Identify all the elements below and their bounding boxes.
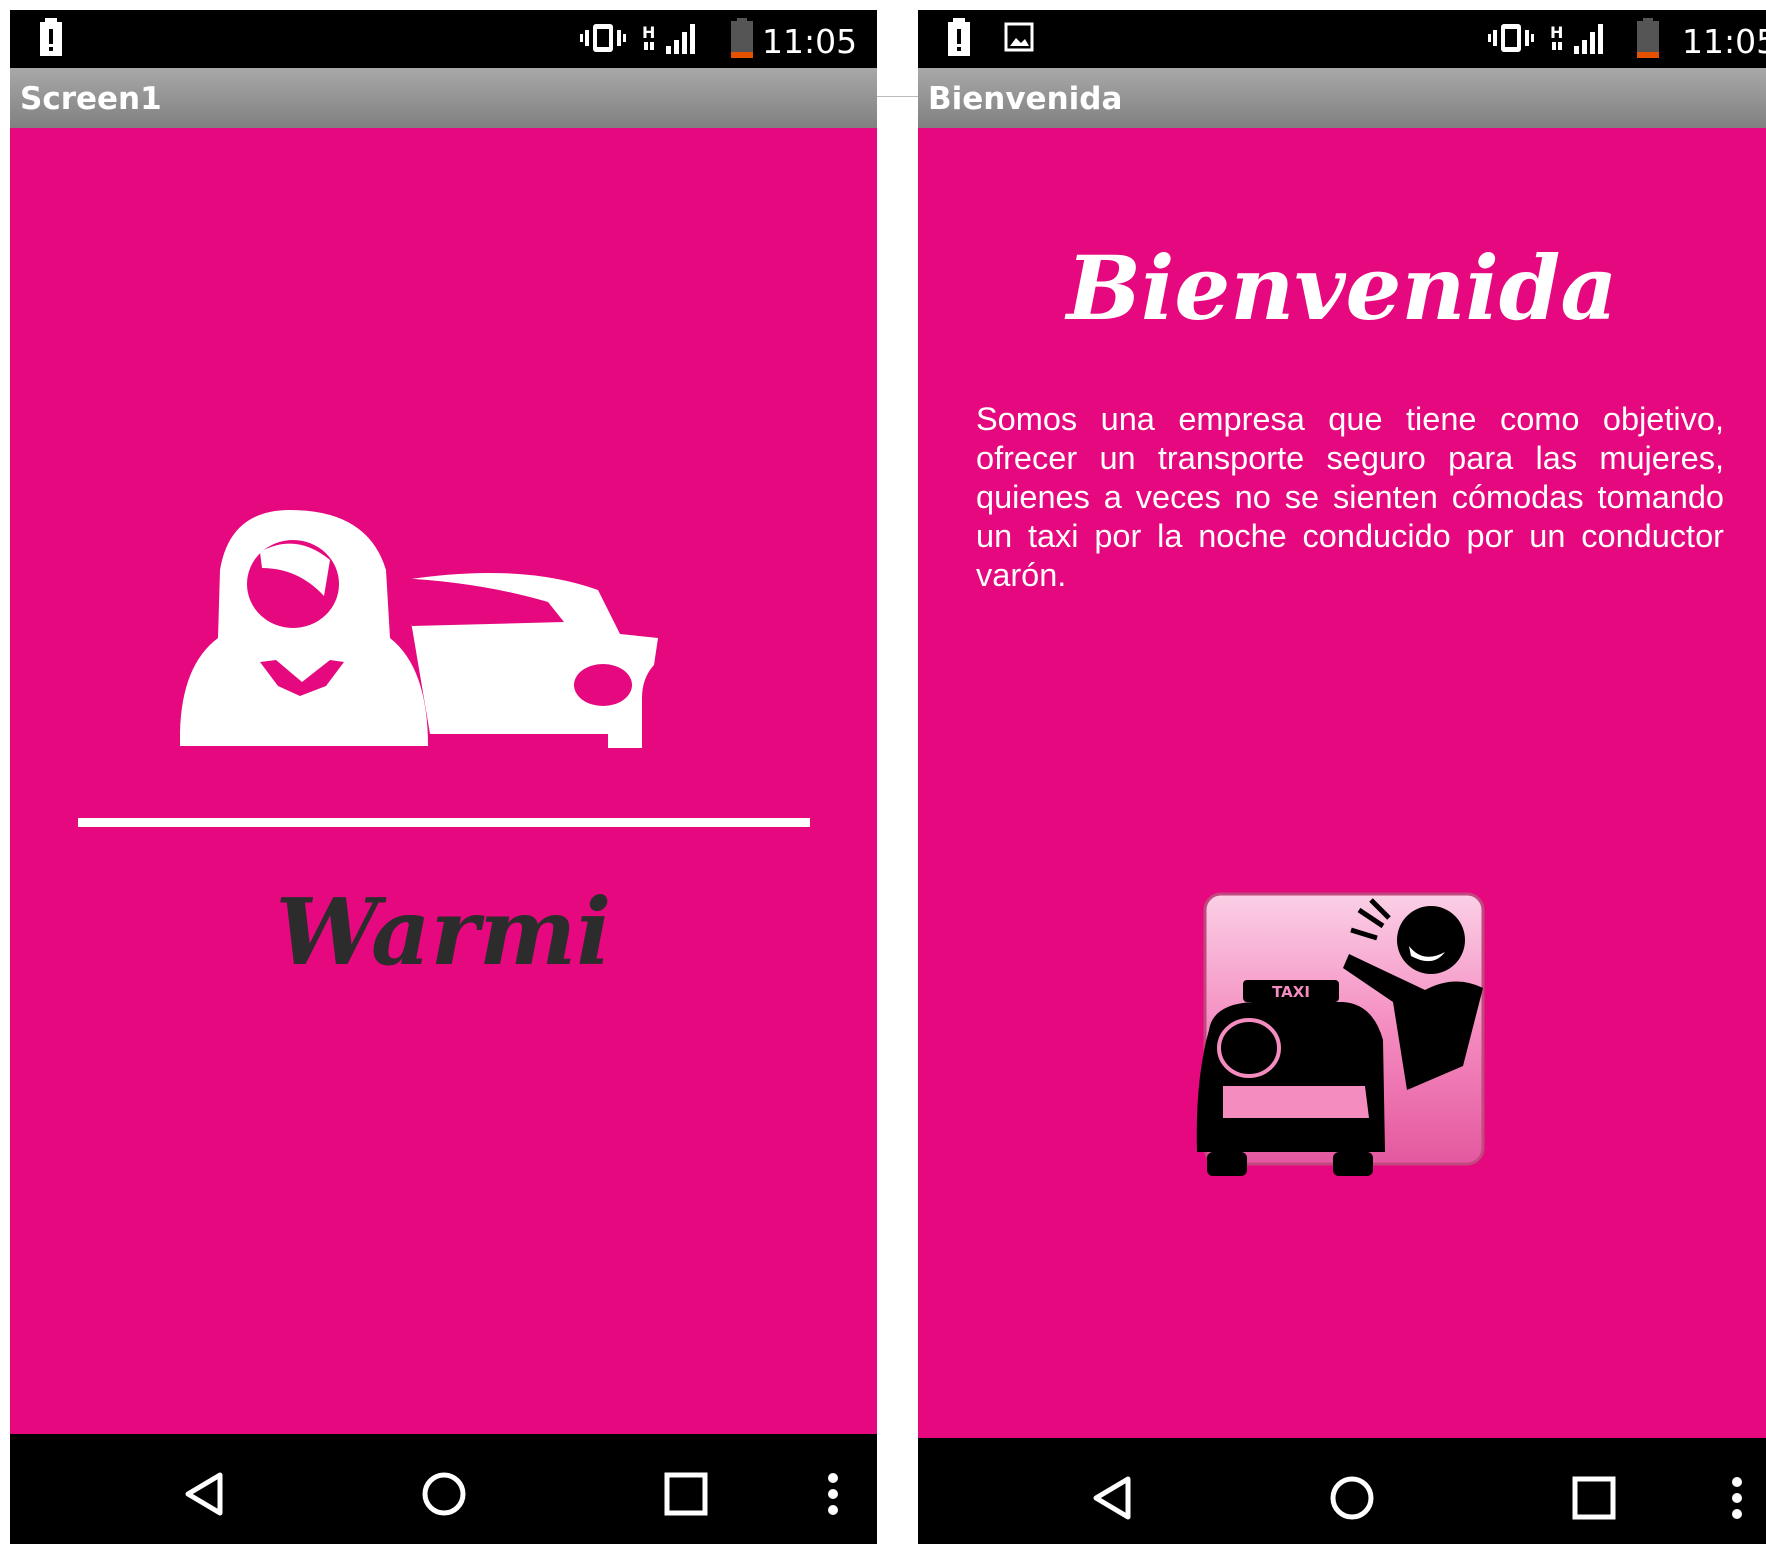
navigation-bar	[10, 1434, 877, 1544]
status-time: 11:05	[762, 22, 858, 61]
vibrate-icon	[1488, 24, 1534, 52]
back-icon[interactable]	[182, 1472, 226, 1516]
battery-low-icon	[1637, 18, 1659, 58]
title-bar: Bienvenida	[918, 68, 1766, 128]
battery-alert-icon	[948, 18, 970, 56]
screen-connector-line	[877, 96, 918, 97]
welcome-heading: Bienvenida	[1066, 236, 1618, 340]
recents-icon[interactable]	[1572, 1476, 1616, 1520]
screen1-phone: H 11:05 Screen1 Warmi	[10, 10, 877, 1544]
title-bar: Screen1	[10, 68, 877, 128]
hail-taxi-button[interactable]: TAXI	[1193, 890, 1491, 1180]
home-icon[interactable]	[420, 1472, 468, 1520]
divider-line	[78, 818, 810, 827]
home-icon[interactable]	[1328, 1476, 1376, 1524]
hail-taxi-icon: TAXI	[1196, 892, 1485, 1176]
battery-low-icon	[731, 18, 753, 58]
menu-icon[interactable]	[826, 1472, 840, 1520]
status-bar: H 11:05	[10, 10, 877, 68]
screen-title: Screen1	[20, 81, 162, 117]
recents-icon[interactable]	[664, 1472, 708, 1516]
back-icon[interactable]	[1090, 1476, 1134, 1520]
status-bar: H 11:05	[918, 10, 1766, 68]
menu-icon[interactable]	[1730, 1476, 1744, 1524]
image-notification-icon	[1004, 22, 1034, 52]
battery-alert-icon	[40, 18, 62, 56]
signal-icon: H	[642, 23, 695, 54]
taxi-sign-text: TAXI	[1272, 983, 1310, 1001]
screen-title: Bienvenida	[928, 81, 1123, 117]
svg-text:H: H	[1550, 23, 1563, 42]
woman-and-car-icon	[180, 510, 658, 748]
bienvenida-phone: H 11:05 Bienvenida Bienvenida Somos una …	[918, 10, 1766, 1544]
welcome-description: Somos una empresa que tiene como objetiv…	[976, 401, 1724, 593]
svg-text:H: H	[642, 23, 655, 42]
navigation-bar	[918, 1438, 1766, 1544]
status-time: 11:05	[1682, 22, 1766, 61]
signal-icon: H	[1550, 23, 1603, 54]
app-name-title: Warmi	[275, 878, 612, 986]
vibrate-icon	[580, 24, 626, 52]
